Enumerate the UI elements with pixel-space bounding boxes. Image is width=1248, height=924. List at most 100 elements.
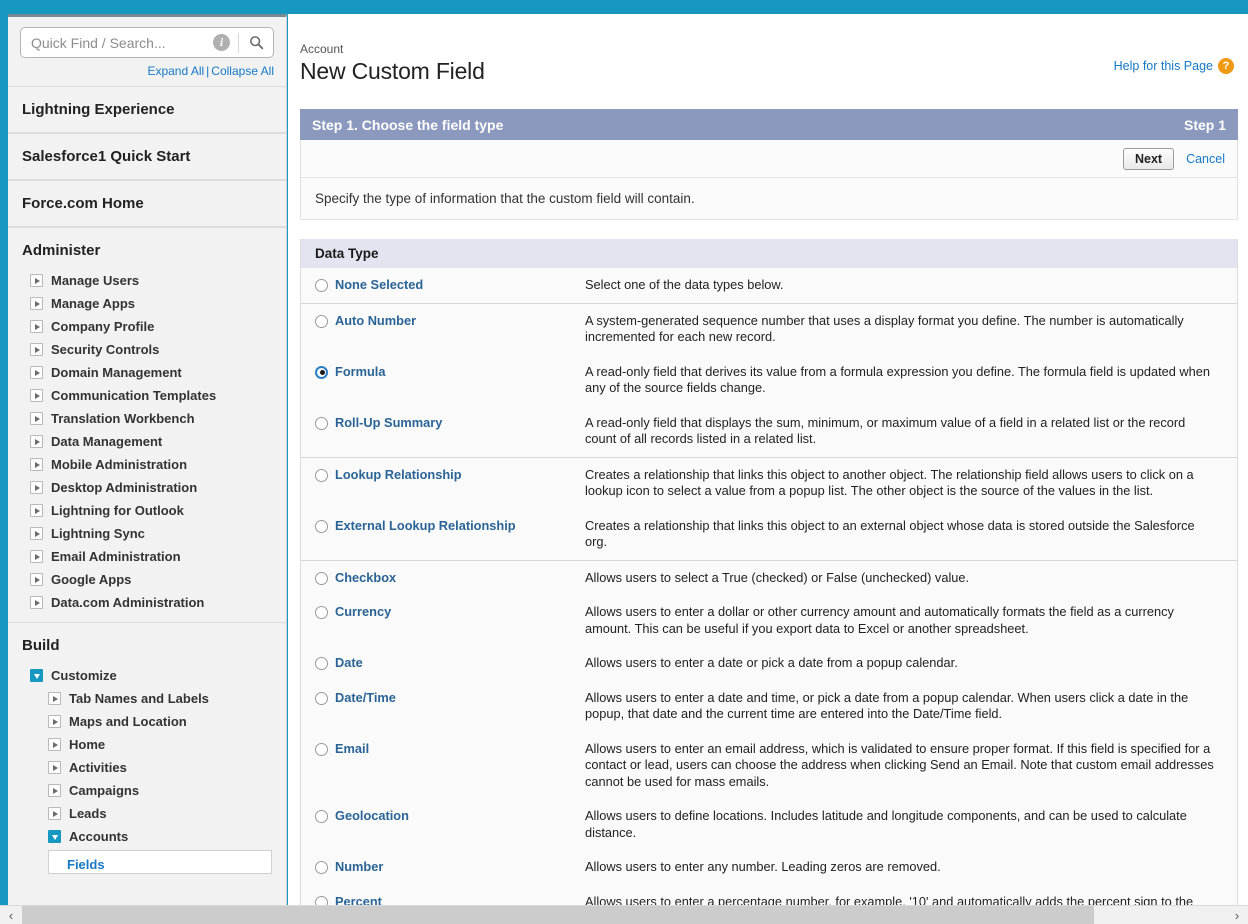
next-button[interactable]: Next (1123, 148, 1174, 170)
radio-geolocation[interactable] (315, 810, 328, 823)
sidebar-item-translation-workbench[interactable]: Translation Workbench (8, 407, 286, 430)
data-type-row[interactable]: CheckboxAllows users to select a True (c… (301, 561, 1237, 596)
sidebar-item-fields[interactable]: Fields (67, 857, 105, 872)
info-icon[interactable]: i (213, 34, 230, 51)
data-type-option-external-lookup-relationship[interactable]: External Lookup Relationship (301, 518, 585, 533)
data-type-option-roll-up-summary[interactable]: Roll-Up Summary (301, 415, 585, 430)
expand-all-link[interactable]: Expand All (147, 64, 204, 78)
data-type-row[interactable]: DateAllows users to enter a date or pick… (301, 646, 1237, 681)
chevron-right-icon[interactable] (48, 715, 61, 728)
radio-auto-number[interactable] (315, 315, 328, 328)
radio-currency[interactable] (315, 606, 328, 619)
sidebar-item-manage-users[interactable]: Manage Users (8, 269, 286, 292)
sidebar-item-email-administration[interactable]: Email Administration (8, 545, 286, 568)
data-type-row[interactable]: External Lookup RelationshipCreates a re… (301, 509, 1237, 560)
data-type-option-auto-number[interactable]: Auto Number (301, 313, 585, 328)
radio-formula[interactable] (315, 366, 328, 379)
chevron-right-icon[interactable] (30, 412, 43, 425)
sidebar-item-google-apps[interactable]: Google Apps (8, 568, 286, 591)
chevron-down-icon[interactable] (48, 830, 61, 843)
data-type-row[interactable]: GeolocationAllows users to define locati… (301, 799, 1237, 850)
collapse-all-link[interactable]: Collapse All (211, 64, 274, 78)
scroll-left-arrow-icon[interactable]: ‹ (0, 906, 22, 924)
radio-lookup-relationship[interactable] (315, 469, 328, 482)
horizontal-scrollbar[interactable]: ‹ › (0, 905, 1248, 924)
data-type-option-formula[interactable]: Formula (301, 364, 585, 379)
question-mark-icon[interactable]: ? (1218, 58, 1234, 74)
scrollbar-thumb[interactable] (22, 906, 1094, 924)
search-button[interactable] (239, 28, 273, 57)
chevron-right-icon[interactable] (30, 366, 43, 379)
data-type-option-date[interactable]: Date (301, 655, 585, 670)
cancel-button[interactable]: Cancel (1186, 152, 1225, 166)
chevron-right-icon[interactable] (30, 343, 43, 356)
sidebar-item-salesforce1-quick-start[interactable]: Salesforce1 Quick Start (8, 133, 286, 180)
sidebar-item-lightning-experience[interactable]: Lightning Experience (8, 86, 286, 133)
sidebar-item-mobile-administration[interactable]: Mobile Administration (8, 453, 286, 476)
radio-none-selected[interactable] (315, 279, 328, 292)
sidebar-item-security-controls[interactable]: Security Controls (8, 338, 286, 361)
data-type-row[interactable]: CurrencyAllows users to enter a dollar o… (301, 595, 1237, 646)
sidebar-item-accounts[interactable]: Accounts (8, 825, 286, 848)
sidebar-item-force-com-home[interactable]: Force.com Home (8, 180, 286, 227)
search-input[interactable] (21, 35, 213, 51)
scroll-right-arrow-icon[interactable]: › (1226, 906, 1248, 924)
chevron-right-icon[interactable] (30, 504, 43, 517)
radio-email[interactable] (315, 743, 328, 756)
chevron-right-icon[interactable] (30, 481, 43, 494)
chevron-right-icon[interactable] (30, 389, 43, 402)
sidebar-item-communication-templates[interactable]: Communication Templates (8, 384, 286, 407)
sidebar-item-lightning-sync[interactable]: Lightning Sync (8, 522, 286, 545)
sidebar-item-campaigns[interactable]: Campaigns (8, 779, 286, 802)
chevron-right-icon[interactable] (30, 435, 43, 448)
data-type-row[interactable]: FormulaA read-only field that derives it… (301, 355, 1237, 406)
chevron-right-icon[interactable] (30, 458, 43, 471)
data-type-row[interactable]: Lookup RelationshipCreates a relationshi… (301, 458, 1237, 509)
radio-date-time[interactable] (315, 692, 328, 705)
sidebar-item-desktop-administration[interactable]: Desktop Administration (8, 476, 286, 499)
radio-date[interactable] (315, 657, 328, 670)
chevron-right-icon[interactable] (48, 738, 61, 751)
data-type-option-geolocation[interactable]: Geolocation (301, 808, 585, 823)
chevron-right-icon[interactable] (30, 596, 43, 609)
sidebar-item-customize[interactable]: Customize (8, 664, 286, 687)
radio-number[interactable] (315, 861, 328, 874)
sidebar-item-tab-names-and-labels[interactable]: Tab Names and Labels (8, 687, 286, 710)
radio-roll-up-summary[interactable] (315, 417, 328, 430)
chevron-right-icon[interactable] (48, 692, 61, 705)
sidebar-item-manage-apps[interactable]: Manage Apps (8, 292, 286, 315)
chevron-right-icon[interactable] (30, 320, 43, 333)
chevron-right-icon[interactable] (48, 784, 61, 797)
data-type-option-date-time[interactable]: Date/Time (301, 690, 585, 705)
sidebar-item-data-com-administration[interactable]: Data.com Administration (8, 591, 286, 614)
sidebar-item-leads[interactable]: Leads (8, 802, 286, 825)
sidebar-item-company-profile[interactable]: Company Profile (8, 315, 286, 338)
chevron-right-icon[interactable] (30, 550, 43, 563)
chevron-right-icon[interactable] (48, 807, 61, 820)
sidebar-item-domain-management[interactable]: Domain Management (8, 361, 286, 384)
sidebar-item-data-management[interactable]: Data Management (8, 430, 286, 453)
data-type-option-none-selected[interactable]: None Selected (301, 277, 585, 292)
sidebar-item-lightning-for-outlook[interactable]: Lightning for Outlook (8, 499, 286, 522)
data-type-row[interactable]: EmailAllows users to enter an email addr… (301, 732, 1237, 800)
chevron-right-icon[interactable] (30, 274, 43, 287)
chevron-right-icon[interactable] (30, 573, 43, 586)
data-type-row[interactable]: NumberAllows users to enter any number. … (301, 850, 1237, 885)
scrollbar-track[interactable] (22, 906, 1226, 924)
radio-external-lookup-relationship[interactable] (315, 520, 328, 533)
data-type-option-number[interactable]: Number (301, 859, 585, 874)
data-type-row[interactable]: Date/TimeAllows users to enter a date an… (301, 681, 1237, 732)
sidebar-item-maps-and-location[interactable]: Maps and Location (8, 710, 286, 733)
quick-find-box[interactable]: i (20, 27, 274, 58)
data-type-option-currency[interactable]: Currency (301, 604, 585, 619)
sidebar-item-home[interactable]: Home (8, 733, 286, 756)
data-type-row[interactable]: Auto NumberA system-generated sequence n… (301, 304, 1237, 355)
data-type-row[interactable]: None SelectedSelect one of the data type… (301, 268, 1237, 303)
chevron-right-icon[interactable] (30, 297, 43, 310)
data-type-option-email[interactable]: Email (301, 741, 585, 756)
chevron-right-icon[interactable] (30, 527, 43, 540)
chevron-right-icon[interactable] (48, 761, 61, 774)
data-type-option-checkbox[interactable]: Checkbox (301, 570, 585, 585)
sidebar-item-activities[interactable]: Activities (8, 756, 286, 779)
data-type-option-lookup-relationship[interactable]: Lookup Relationship (301, 467, 585, 482)
